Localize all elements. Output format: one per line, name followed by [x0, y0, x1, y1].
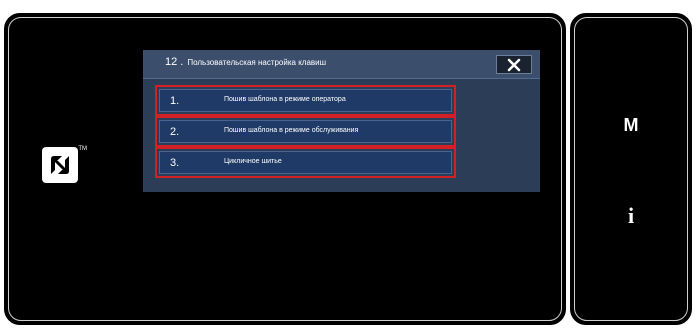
- nfc-trademark: TM: [78, 146, 87, 152]
- info-button[interactable]: i: [572, 203, 690, 229]
- option-number: 1.: [170, 95, 180, 107]
- option-frame-3: 3. Цикличное шитье: [155, 147, 456, 178]
- option-number: 3.: [170, 157, 180, 169]
- close-button[interactable]: [496, 55, 532, 74]
- close-icon: [507, 58, 521, 71]
- key-customization-dialog: 12 . Пользовательская настройка клавиш 1.…: [143, 50, 540, 192]
- option-button-cycle-sewing[interactable]: 3. Цикличное шитье: [159, 151, 452, 174]
- dialog-title-text: Пользовательская настройка клавиш: [187, 58, 327, 67]
- main-screen: TM 12 . Пользовательская настройка клавиш…: [4, 13, 566, 325]
- option-label: Пошив шаблона в режиме обслуживания: [224, 127, 359, 134]
- dialog-number: 12 .: [165, 56, 184, 68]
- option-button-maintenance-mode[interactable]: 2. Пошив шаблона в режиме обслуживания: [159, 120, 452, 143]
- side-panel: M i: [570, 13, 692, 325]
- dialog-title: 12 . Пользовательская настройка клавиш: [165, 56, 326, 68]
- mode-button[interactable]: M: [572, 115, 690, 136]
- option-button-operator-mode[interactable]: 1. Пошив шаблона в режиме оператора: [159, 89, 452, 112]
- side-panel-border: [574, 17, 688, 321]
- option-label: Цикличное шитье: [224, 158, 282, 165]
- dialog-header: 12 . Пользовательская настройка клавиш: [143, 50, 540, 79]
- option-label: Пошив шаблона в режиме оператора: [224, 96, 346, 103]
- option-frame-1: 1. Пошив шаблона в режиме оператора: [155, 85, 456, 116]
- option-frame-2: 2. Пошив шаблона в режиме обслуживания: [155, 116, 456, 147]
- nfc-icon[interactable]: TM: [42, 146, 87, 183]
- nfc-logo-icon: [51, 156, 69, 174]
- option-number: 2.: [170, 126, 180, 138]
